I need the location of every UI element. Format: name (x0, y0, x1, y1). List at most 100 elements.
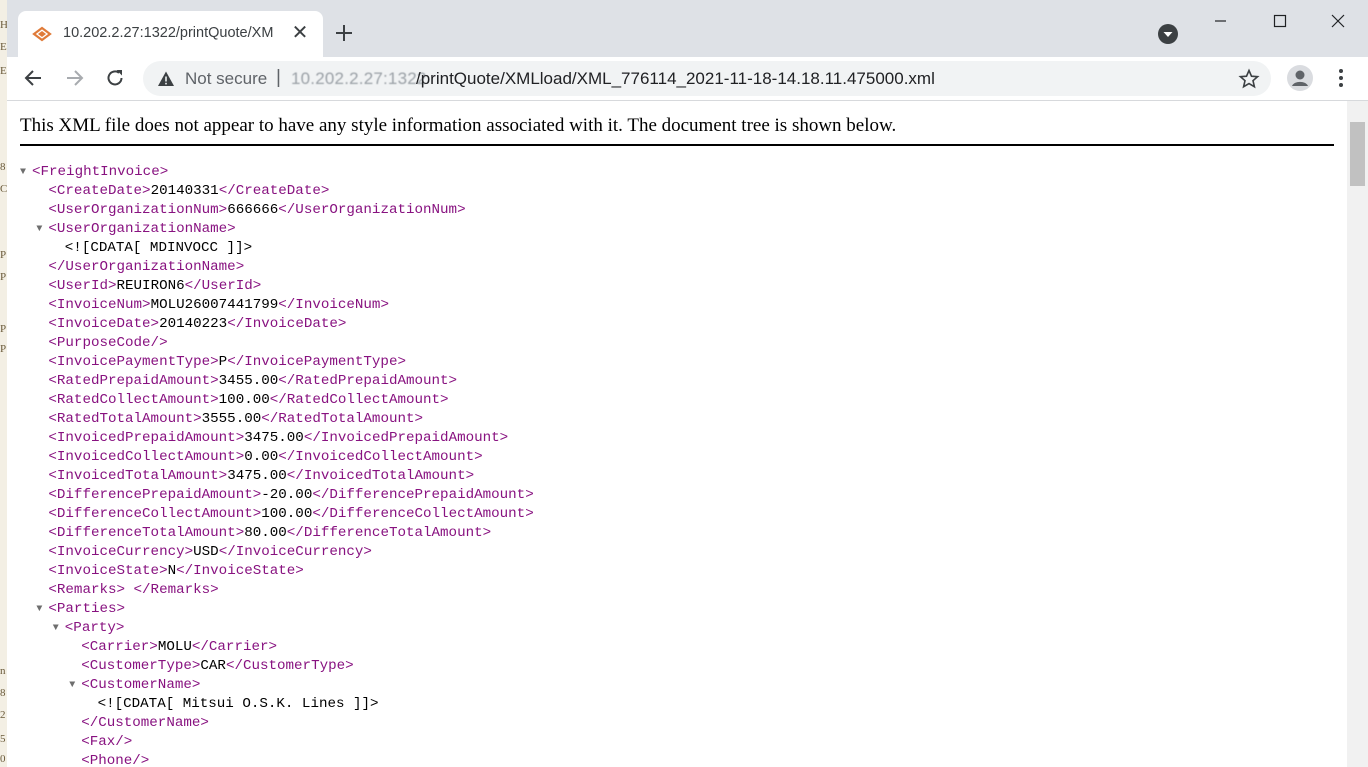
xml-line: <InvoicePaymentType>P</InvoicePaymentTyp… (48, 353, 406, 372)
xml-close-tag: </DifferenceTotalAmount> (286, 525, 492, 541)
xml-text: USD (193, 544, 219, 560)
bookmark-star-icon[interactable] (1238, 68, 1260, 90)
xml-open-tag: <InvoiceDate> (48, 316, 160, 332)
xml-line: <Carrier>MOLU</Carrier> (81, 638, 277, 657)
collapse-toggle-icon[interactable]: ▼ (69, 676, 75, 695)
xml-text: N (167, 563, 177, 579)
browser-toolbar: Not secure | 10.202.2.27:1322 /printQuot… (7, 57, 1368, 101)
collapse-toggle-icon[interactable]: ▼ (53, 619, 59, 638)
xml-open-tag: <CreateDate> (48, 183, 151, 199)
xml-open-tag: <Remarks> (48, 582, 126, 598)
xml-line: <UserOrganizationName> (48, 220, 235, 239)
background-char: E (0, 41, 7, 53)
xml-line: <UserId>REUIRON6</UserId> (48, 277, 261, 296)
collapse-toggle-icon[interactable]: ▼ (36, 600, 42, 619)
xml-close-tag: </DifferencePrepaidAmount> (312, 487, 534, 503)
background-char: C (0, 183, 7, 195)
xml-line: <![CDATA[ Mitsui O.S.K. Lines ]]> (98, 695, 379, 714)
xml-open-tag: <InvoiceState> (48, 563, 168, 579)
xml-line: </UserOrganizationName> (48, 258, 244, 277)
warning-triangle-icon[interactable] (157, 70, 175, 88)
xml-text: MOLU26007441799 (150, 297, 279, 313)
xml-text (125, 582, 134, 598)
xml-line: <InvoiceNum>MOLU26007441799</InvoiceNum> (48, 296, 389, 315)
background-char: H (0, 19, 7, 31)
xml-close-tag: </InvoiceDate> (227, 316, 347, 332)
forward-arrow-icon[interactable] (61, 65, 87, 91)
browser-titlebar: 10.202.2.27:1322/printQuote/XM ✕ Not sec… (7, 0, 1368, 101)
address-separator: | (276, 67, 281, 88)
tab-title: 10.202.2.27:1322/printQuote/XM (63, 25, 274, 41)
xml-text: <![CDATA[ MDINVOCC ]]> (64, 240, 253, 256)
more-menu-icon[interactable] (1329, 66, 1353, 90)
xml-line: <CustomerName> (81, 676, 200, 695)
tab-search-dropdown-icon[interactable] (1157, 23, 1179, 45)
background-char: P (0, 271, 7, 283)
new-tab-icon[interactable] (331, 20, 357, 46)
collapse-toggle-icon[interactable]: ▼ (20, 163, 26, 182)
xml-text: 3475.00 (227, 468, 287, 484)
xml-text: 0.00 (244, 449, 279, 465)
xml-open-tag: <FreightInvoice> (32, 164, 169, 180)
scrollbar-thumb[interactable] (1350, 122, 1365, 186)
xml-close-tag: </InvoicedCollectAmount> (278, 449, 483, 465)
xml-open-tag: <DifferenceCollectAmount> (48, 506, 262, 522)
xml-line: <Remarks> </Remarks> (48, 581, 218, 600)
xml-line: <Phone/> (81, 752, 149, 767)
background-char: 2 (0, 709, 6, 721)
xml-open-tag: <CustomerType> (81, 658, 201, 674)
browser-tab[interactable]: 10.202.2.27:1322/printQuote/XM ✕ (18, 11, 323, 57)
xml-open-tag: <PurposeCode/> (48, 335, 168, 351)
xml-line: </CustomerName> (81, 714, 209, 733)
xml-text: 20140223 (159, 316, 228, 332)
minimize-icon[interactable] (1207, 8, 1233, 34)
xml-line: <DifferenceTotalAmount>80.00</Difference… (48, 524, 491, 543)
xml-open-tag: <InvoicedTotalAmount> (48, 468, 228, 484)
xml-line: <Fax/> (81, 733, 132, 752)
security-status-label[interactable]: Not secure (185, 69, 267, 89)
xml-line: <InvoicedTotalAmount>3475.00</InvoicedTo… (48, 467, 474, 486)
xml-close-tag: </UserOrganizationName> (48, 259, 245, 275)
url-host: 10.202.2.27:1322 (291, 69, 427, 88)
back-arrow-icon[interactable] (21, 65, 47, 91)
xml-close-tag: </Remarks> (133, 582, 219, 598)
xml-close-tag: </InvoicePaymentType> (227, 354, 406, 370)
xml-open-tag: <UserOrganizationNum> (48, 202, 228, 218)
xml-line: <RatedCollectAmount>100.00</RatedCollect… (48, 391, 448, 410)
address-bar[interactable]: Not secure | 10.202.2.27:1322 /printQuot… (143, 61, 1271, 96)
reload-icon[interactable] (102, 65, 128, 91)
xml-close-tag: </CustomerName> (81, 715, 209, 731)
xml-open-tag: <InvoiceCurrency> (48, 544, 194, 560)
xml-text: MOLU (157, 639, 192, 655)
xml-close-tag: </UserId> (184, 278, 262, 294)
background-char: E (0, 65, 7, 77)
xml-line: <InvoiceCurrency>USD</InvoiceCurrency> (48, 543, 372, 562)
xml-close-tag: </RatedCollectAmount> (269, 392, 449, 408)
xml-close-tag: </RatedPrepaidAmount> (278, 373, 458, 389)
background-char: 8 (0, 161, 6, 173)
window-close-icon[interactable] (1325, 8, 1351, 34)
xml-close-tag: </InvoiceCurrency> (218, 544, 372, 560)
xml-open-tag: <Phone/> (81, 753, 150, 767)
collapse-toggle-icon[interactable]: ▼ (36, 220, 42, 239)
background-window-edge: HEE8CPPPPn8250 (0, 0, 7, 767)
xml-text: 666666 (227, 202, 279, 218)
xml-text: 20140331 (150, 183, 219, 199)
xml-open-tag: <InvoicePaymentType> (48, 354, 219, 370)
profile-avatar-icon[interactable] (1286, 64, 1314, 92)
site-favicon-icon (32, 24, 52, 44)
xml-text: 3475.00 (244, 430, 304, 446)
xml-line: <InvoiceDate>20140223</InvoiceDate> (48, 315, 346, 334)
background-char: 0 (0, 753, 6, 765)
tab-close-icon[interactable]: ✕ (288, 21, 312, 45)
vertical-scrollbar[interactable] (1347, 101, 1368, 767)
xml-text: 3455.00 (218, 373, 279, 389)
xml-line: <InvoiceState>N</InvoiceState> (48, 562, 303, 581)
xml-close-tag: </CustomerType> (225, 658, 354, 674)
xml-text: P (218, 354, 228, 370)
xml-open-tag: <Party> (64, 620, 125, 636)
xml-line: <RatedTotalAmount>3555.00</RatedTotalAmo… (48, 410, 423, 429)
xml-open-tag: <RatedPrepaidAmount> (48, 373, 219, 389)
xml-open-tag: <Fax/> (81, 734, 133, 750)
maximize-icon[interactable] (1267, 8, 1293, 34)
